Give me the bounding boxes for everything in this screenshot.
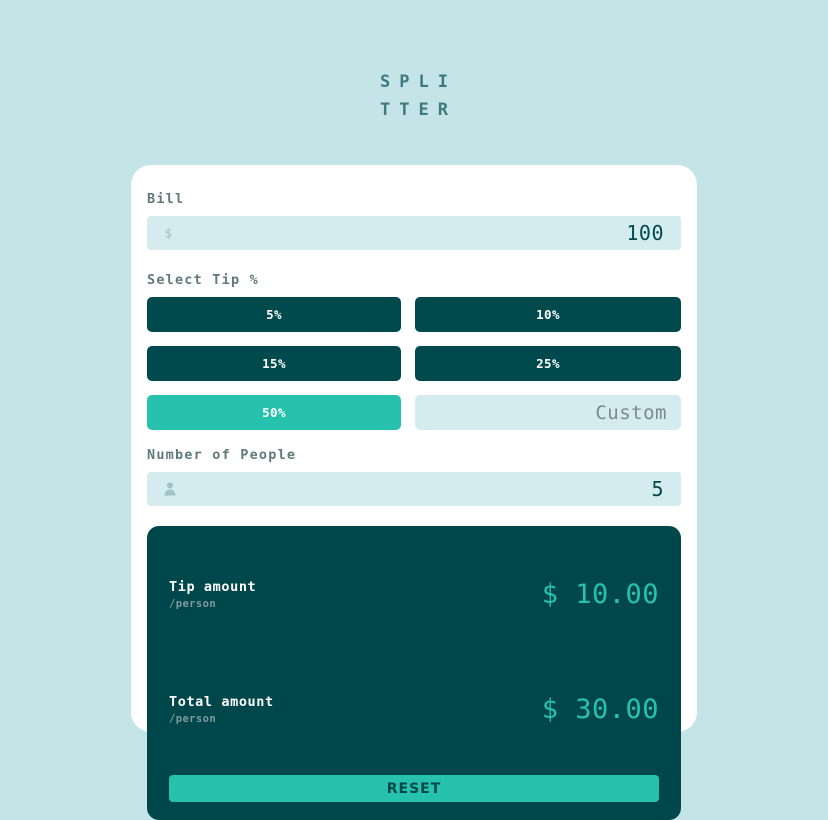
tip-amount-title: Tip amount xyxy=(169,579,257,595)
total-amount-labels: Total amount /person xyxy=(169,694,274,725)
total-amount-row: Total amount /person $ 30.00 xyxy=(169,663,659,756)
tip-grid: 5% 10% 15% 25% 50% xyxy=(147,297,681,430)
logo-line-2: TTER xyxy=(380,100,457,120)
app-logo: SPLI TTER xyxy=(0,68,828,124)
tip-custom-input[interactable] xyxy=(415,395,681,430)
app-root: SPLI TTER Bill $ 100 Select Tip % 5% 10%… xyxy=(0,0,828,820)
tip-amount-labels: Tip amount /person xyxy=(169,579,256,610)
people-label: Number of People xyxy=(147,447,297,463)
total-amount-number: 30.00 xyxy=(575,694,659,725)
total-amount-currency: $ xyxy=(541,694,559,725)
tip-amount-value: $ 10.00 xyxy=(374,548,659,641)
person-icon xyxy=(163,481,176,497)
calculator-card: Bill $ 100 Select Tip % 5% 10% 15% 25% 5… xyxy=(131,165,697,820)
results-panel: Tip amount /person $ 10.00 Total amount … xyxy=(147,526,681,820)
total-amount-title: Total amount xyxy=(169,694,274,710)
people-value: 5 xyxy=(651,477,664,501)
reset-button[interactable]: RESET xyxy=(169,775,659,802)
tip-label: Select Tip % xyxy=(147,272,259,288)
tip-button-15[interactable]: 15% xyxy=(147,346,401,381)
tip-amount-subtitle: /person xyxy=(169,598,217,610)
tip-amount-row: Tip amount /person $ 10.00 xyxy=(169,548,659,641)
dollar-icon: $ xyxy=(163,225,176,241)
tip-amount-number: 10.00 xyxy=(575,579,659,610)
bill-value: 100 xyxy=(626,221,664,245)
bill-label: Bill xyxy=(147,191,185,207)
tip-button-5[interactable]: 5% xyxy=(147,297,401,332)
svg-text:$: $ xyxy=(165,226,172,240)
tip-button-10[interactable]: 10% xyxy=(415,297,681,332)
people-input[interactable]: 5 xyxy=(147,472,681,506)
bill-input[interactable]: $ 100 xyxy=(147,216,681,250)
tip-button-50[interactable]: 50% xyxy=(147,395,401,430)
total-amount-subtitle: /person xyxy=(169,713,217,725)
total-amount-value: $ 30.00 xyxy=(374,663,659,756)
logo-line-1: SPLI xyxy=(380,72,457,92)
tip-amount-currency: $ xyxy=(541,579,559,610)
tip-button-25[interactable]: 25% xyxy=(415,346,681,381)
